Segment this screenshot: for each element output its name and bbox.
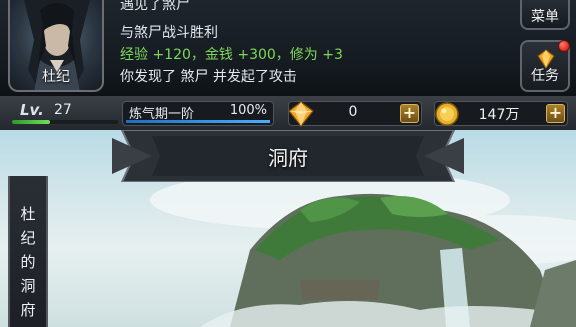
cultivation-percent: 100% [229, 103, 267, 118]
scene-title: 洞府 [268, 146, 308, 170]
banner-char: 洞 [20, 277, 36, 295]
top-hud: 杜纪 遇见了煞尸 与煞尸战斗胜利 经验 +120，金钱 +300，修为 +3 你… [0, 0, 576, 98]
player-name: 杜纪 [42, 69, 70, 85]
banner-char: 府 [20, 301, 36, 319]
banner-char: 纪 [20, 229, 36, 247]
battle-log: 遇见了煞尸 与煞尸战斗胜利 经验 +120，金钱 +300，修为 +3 你发现了… [120, 0, 500, 88]
ingot-display: 0 + [288, 101, 422, 127]
banner-char: 杜 [20, 205, 36, 223]
exp-bar-fill [12, 120, 51, 124]
menu-button-label: 菜单 [531, 9, 559, 25]
log-line: 你发现了 煞尸 并发起了攻击 [120, 69, 297, 85]
menu-button[interactable]: 菜单 [520, 0, 570, 30]
cultivation-bar [126, 120, 270, 123]
task-button[interactable]: 任务 [520, 40, 570, 92]
exp-bar [12, 120, 118, 124]
task-button-label: 任务 [531, 68, 559, 84]
cultivation-bar-fill [126, 120, 270, 123]
ingot-value: 0 [348, 104, 358, 120]
ingot-icon [288, 101, 314, 127]
log-line: 遇见了煞尸 [120, 0, 190, 13]
banner-char: 的 [20, 253, 36, 271]
player-portrait[interactable]: 杜纪 [8, 0, 104, 92]
add-coin-button[interactable]: + [546, 104, 565, 123]
coin-icon [435, 102, 459, 126]
add-ingot-button[interactable]: + [400, 104, 419, 123]
level-display: Lv. 27 [10, 101, 118, 125]
coin-display: 147万 + [434, 101, 568, 126]
cultivation-display[interactable]: 炼气期一阶 100% [122, 101, 274, 126]
level-label: Lv. [20, 101, 44, 119]
stat-bar: Lv. 27 炼气期一阶 100% 0 + 147万 + [0, 98, 576, 130]
log-line: 与煞尸战斗胜利 [120, 25, 218, 41]
dwelling-name-banner: 杜 纪 的 洞 府 [8, 176, 48, 327]
log-line-reward: 经验 +120，金钱 +300，修为 +3 [120, 47, 343, 63]
notification-dot [558, 40, 570, 52]
coin-value: 147万 [478, 107, 520, 123]
level-value: 27 [54, 102, 72, 118]
